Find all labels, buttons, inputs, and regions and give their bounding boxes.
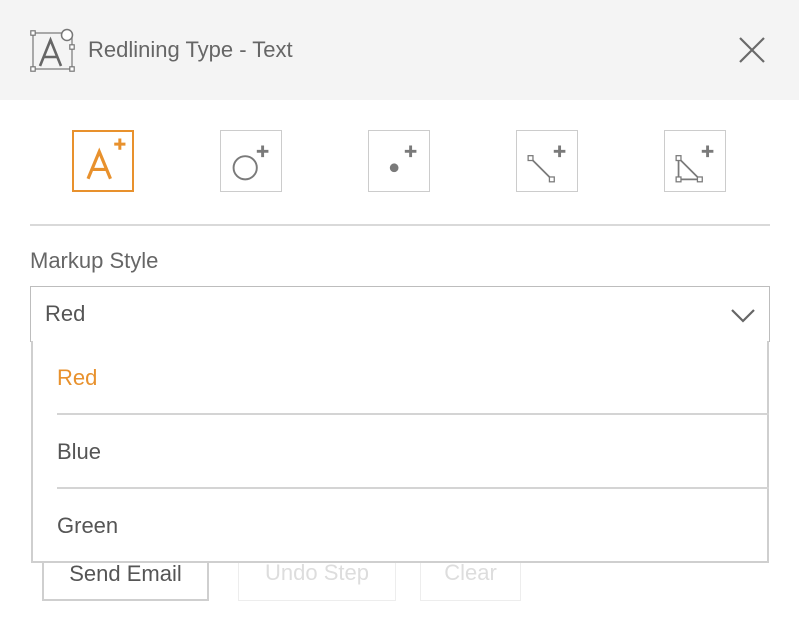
markup-style-select[interactable]: Red [30,286,770,342]
add-text-tool[interactable] [72,130,134,192]
markup-style-label: Markup Style [30,248,159,273]
dialog-title: Redlining Type - Text [88,37,293,62]
dialog-header: Redlining Type - Text [0,0,799,100]
option-green[interactable]: Green [57,489,769,563]
close-icon[interactable] [733,33,771,69]
option-blue[interactable]: Blue [57,415,769,489]
polygon-add-icon [675,145,714,183]
option-red[interactable]: Red [57,341,769,415]
chevron-down-icon [729,305,757,325]
add-polygon-tool[interactable] [664,130,726,192]
markup-style-dropdown: Red Blue Green [31,341,769,563]
markup-style-value: Red [45,301,86,326]
add-circle-tool[interactable] [220,130,282,192]
line-add-icon [527,145,566,183]
divider [30,224,770,226]
add-line-tool[interactable] [516,130,578,192]
point-add-icon [389,145,417,173]
circle-add-icon [232,145,269,181]
text-add-icon [86,138,126,180]
add-point-tool[interactable] [368,130,430,192]
text-redline-icon [30,28,78,74]
